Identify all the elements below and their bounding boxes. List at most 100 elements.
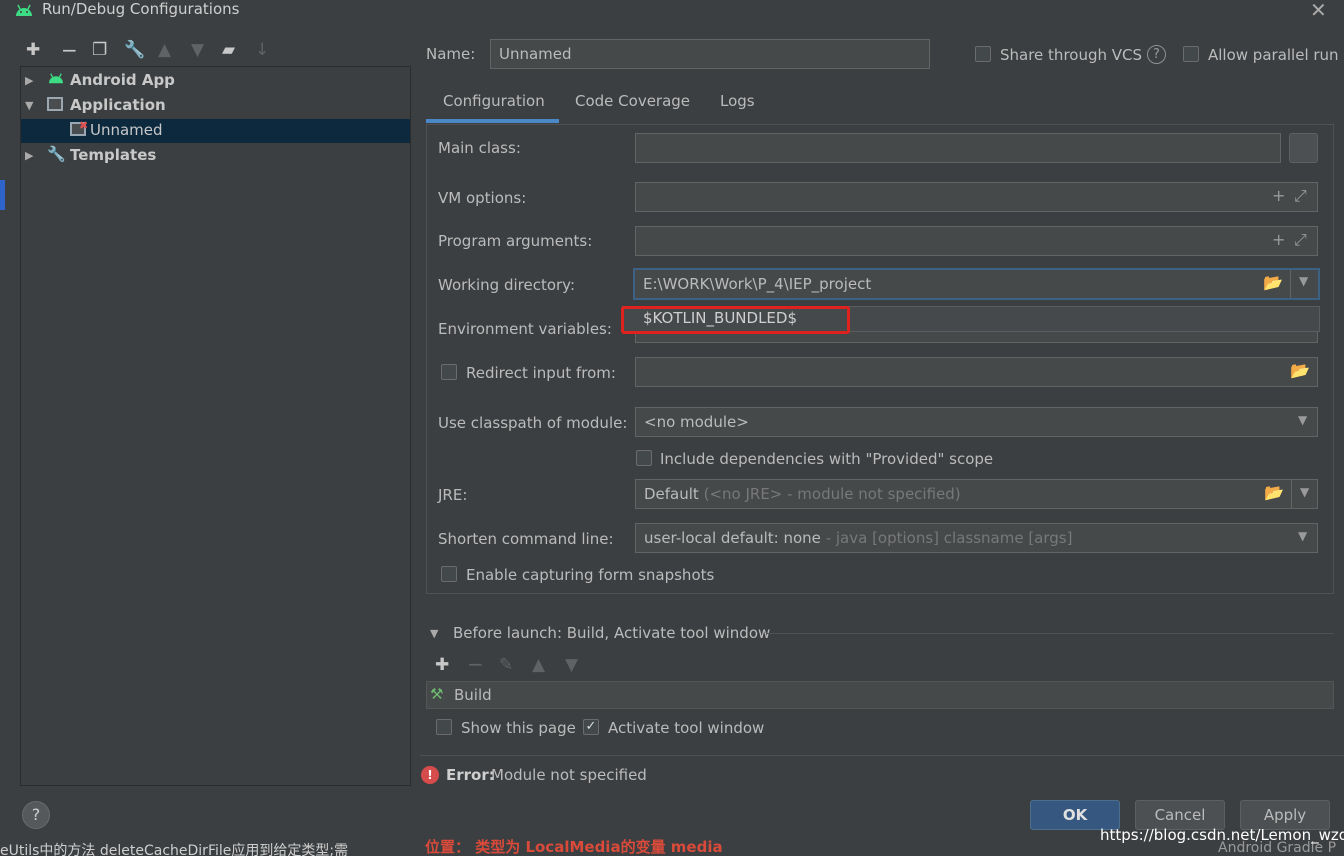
shorten-value: user-local default: none xyxy=(644,529,821,547)
redirect-input-label: Redirect input from: xyxy=(466,364,616,382)
include-deps-checkbox[interactable] xyxy=(636,450,652,466)
browse-main-class-button[interactable] xyxy=(1289,133,1318,163)
working-dir-label: Working directory: xyxy=(438,276,576,294)
shorten-hint: - java [options] classname [args] xyxy=(820,529,1073,547)
add-icon[interactable]: ✚ xyxy=(26,40,40,60)
tab-configuration[interactable]: Configuration xyxy=(443,92,545,110)
plus-icon[interactable]: + xyxy=(1272,230,1285,249)
jre-label: JRE: xyxy=(438,486,468,504)
wrench-icon: 🔧 xyxy=(47,145,66,163)
allow-parallel-checkbox[interactable] xyxy=(1183,46,1199,62)
add-task-icon[interactable]: ✚ xyxy=(435,655,449,675)
move-down-icon[interactable]: ▼ xyxy=(565,655,578,675)
watermark: https://blog.csdn.net/Lemon_wzq xyxy=(1100,826,1344,844)
before-launch-title[interactable]: Before launch: Build, Activate tool wind… xyxy=(453,624,770,642)
sort-icon[interactable]: ↓ xyxy=(255,40,269,60)
error-badge-icon: ✖ xyxy=(79,119,89,132)
chevron-right-icon[interactable]: ▶ xyxy=(25,74,33,87)
share-vcs-label: Share through VCS xyxy=(1000,46,1143,64)
background-editor-strip xyxy=(0,180,5,210)
highlight-annotation xyxy=(621,306,850,334)
android-icon xyxy=(14,2,34,22)
folder-icon[interactable]: 📂 xyxy=(1263,273,1283,292)
hammer-icon: ⚒ xyxy=(430,685,444,703)
share-vcs-checkbox[interactable] xyxy=(975,46,991,62)
error-message: Module not specified xyxy=(491,766,647,784)
move-up-icon[interactable]: ▲ xyxy=(532,655,545,675)
tree-item-templates[interactable]: ▶ 🔧 Templates xyxy=(21,144,410,168)
show-page-checkbox[interactable] xyxy=(436,719,452,735)
program-args-label: Program arguments: xyxy=(438,232,593,250)
name-label: Name: xyxy=(426,45,476,63)
show-page-label: Show this page xyxy=(461,719,576,737)
folder-icon[interactable]: 📂 xyxy=(1290,361,1310,380)
name-input[interactable]: Unnamed xyxy=(490,39,930,69)
snapshots-checkbox[interactable] xyxy=(441,566,457,582)
main-class-label: Main class: xyxy=(438,139,521,157)
include-deps-label: Include dependencies with "Provided" sco… xyxy=(660,450,994,468)
snapshots-label: Enable capturing form snapshots xyxy=(466,566,715,584)
remove-icon[interactable]: − xyxy=(61,38,78,62)
divider xyxy=(766,633,1334,634)
chevron-down-icon[interactable]: ▼ xyxy=(1300,485,1309,499)
divider xyxy=(420,755,1344,756)
chevron-down-icon[interactable]: ▼ xyxy=(1298,529,1307,543)
title-bar: Run/Debug Configurations ✕ xyxy=(0,0,1344,24)
window-title: Run/Debug Configurations xyxy=(42,0,240,18)
folder-icon[interactable]: ▰ xyxy=(222,40,235,60)
main-class-input[interactable] xyxy=(635,133,1281,163)
tree-item-android-app[interactable]: ▶ Android App xyxy=(21,69,410,93)
tab-code-coverage[interactable]: Code Coverage xyxy=(575,92,690,110)
classpath-label: Use classpath of module: xyxy=(438,414,628,432)
shorten-select[interactable]: user-local default: none - java [options… xyxy=(635,523,1318,553)
jre-hint: (<no JRE> - module not specified) xyxy=(703,485,961,503)
move-down-icon[interactable]: ▼ xyxy=(191,40,204,60)
help-icon[interactable]: ? xyxy=(1147,45,1166,64)
tree-item-label: Unnamed xyxy=(90,121,163,139)
expand-icon[interactable]: ⤢ xyxy=(1294,230,1307,250)
program-args-input[interactable]: + ⤢ xyxy=(635,226,1318,256)
classpath-value: <no module> xyxy=(644,413,749,431)
allow-parallel-label: Allow parallel run xyxy=(1208,46,1339,64)
close-icon[interactable]: ✕ xyxy=(1310,0,1327,22)
vm-options-label: VM options: xyxy=(438,189,527,207)
remove-task-icon[interactable]: − xyxy=(467,652,484,676)
jre-combobox[interactable]: Default (<no JRE> - module not specified… xyxy=(635,479,1318,509)
tree-item-unnamed[interactable]: ✖ Unnamed xyxy=(21,119,410,143)
edit-task-icon[interactable]: ✎ xyxy=(499,655,513,675)
chevron-right-icon[interactable]: ▶ xyxy=(25,149,33,162)
task-list-item[interactable]: ⚒ Build xyxy=(426,681,1334,709)
redirect-input-field[interactable]: 📂 xyxy=(635,357,1318,387)
chevron-down-icon[interactable]: ▼ xyxy=(1298,413,1307,427)
application-icon xyxy=(47,97,63,111)
android-icon xyxy=(47,71,65,89)
expand-icon[interactable]: ⤢ xyxy=(1294,186,1307,206)
folder-icon[interactable]: 📂 xyxy=(1264,483,1284,502)
classpath-select[interactable]: <no module> ▼ xyxy=(635,407,1318,437)
tree-item-label: Templates xyxy=(70,146,157,164)
chevron-down-icon[interactable]: ▼ xyxy=(25,99,33,112)
collapse-icon[interactable]: ▼ xyxy=(430,627,438,640)
tree-item-application[interactable]: ▼ Application xyxy=(21,94,410,118)
redirect-input-checkbox[interactable] xyxy=(441,364,457,380)
tab-logs[interactable]: Logs xyxy=(720,92,755,110)
config-tree: ▶ Android App ▼ Application ✖ Unnamed ▶ … xyxy=(20,66,411,786)
working-dir-combobox[interactable]: E:\WORK\Work\P_4\IEP_project 📂 ▼ xyxy=(633,268,1320,300)
plus-icon[interactable]: + xyxy=(1272,186,1285,205)
copy-icon[interactable]: ❐ xyxy=(92,40,107,60)
task-label: Build xyxy=(454,686,492,704)
env-vars-label: Environment variables: xyxy=(438,320,612,338)
vm-options-input[interactable]: + ⤢ xyxy=(635,182,1318,212)
move-up-icon[interactable]: ▲ xyxy=(158,40,171,60)
wrench-icon[interactable]: 🔧 xyxy=(124,40,145,60)
tree-item-label: Android App xyxy=(70,71,175,89)
chevron-down-icon[interactable]: ▼ xyxy=(1299,274,1308,288)
background-text: 位置： 类型为 LocalMedia的变量 media xyxy=(425,838,723,856)
working-dir-value: E:\WORK\Work\P_4\IEP_project xyxy=(643,275,872,293)
name-input-value: Unnamed xyxy=(499,45,572,63)
activate-tool-checkbox[interactable]: ✓ xyxy=(583,719,599,735)
jre-value: Default xyxy=(644,485,699,503)
help-button[interactable]: ? xyxy=(22,801,50,829)
tree-item-label: Application xyxy=(70,96,166,114)
error-icon: ! xyxy=(421,766,439,784)
